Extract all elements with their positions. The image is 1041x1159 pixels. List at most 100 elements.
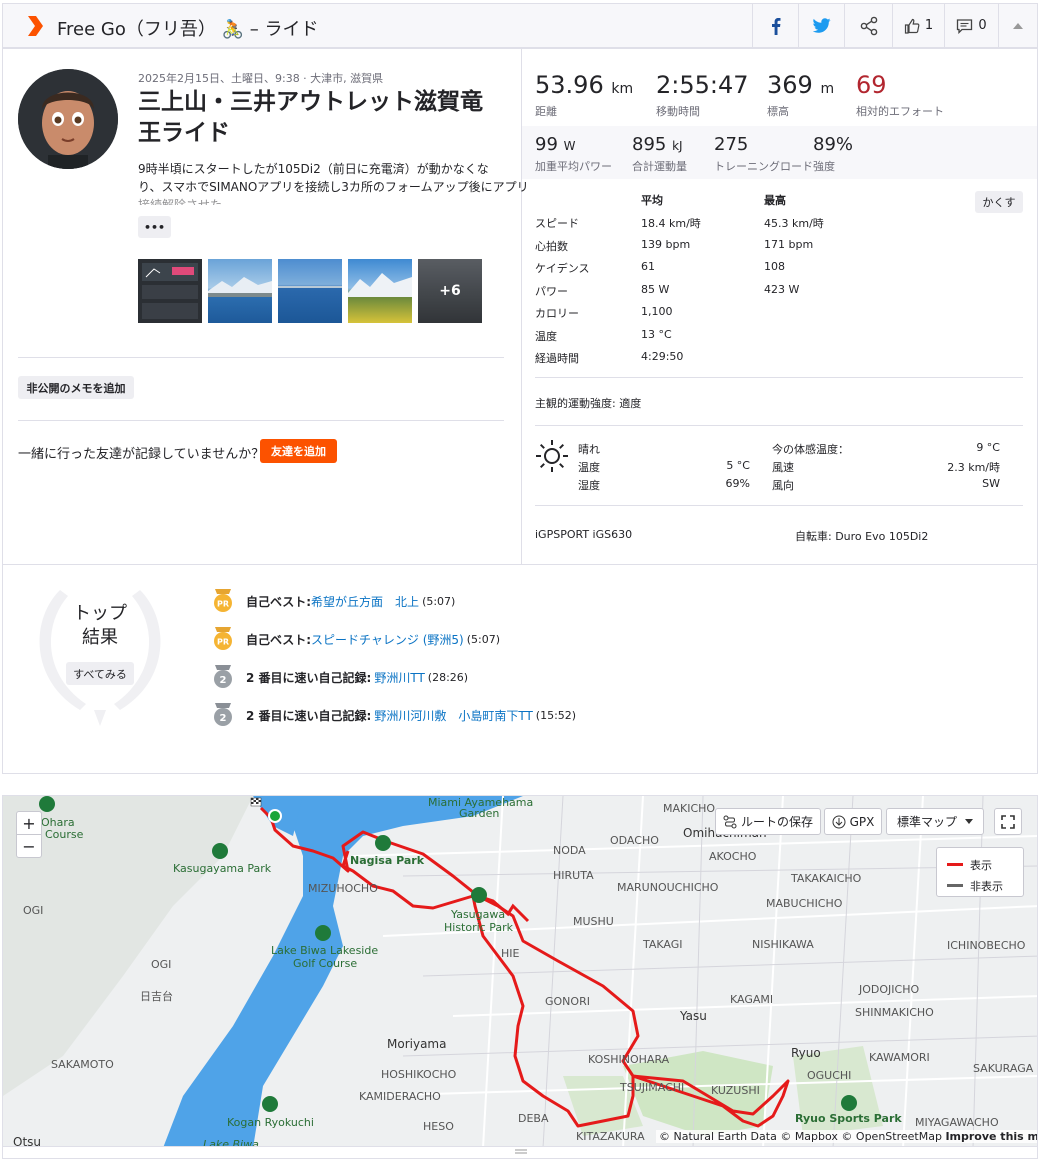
- divider: [535, 377, 1023, 378]
- bike-name: 自転車: Duro Evo 105Di2: [795, 530, 929, 543]
- avatar-image: [18, 69, 118, 169]
- photo-thumbnail-3[interactable]: [278, 259, 342, 323]
- distance-number: 53.96: [535, 71, 604, 99]
- attribution-text[interactable]: © Natural Earth Data © Mapbox © OpenStre…: [659, 1130, 942, 1143]
- details-row-avg: 4:29:50: [641, 350, 684, 363]
- save-route-button[interactable]: ルートの保存: [715, 808, 821, 835]
- see-all-results-button[interactable]: すべてみる: [66, 662, 134, 685]
- weather-humidity-label: 湿度: [578, 479, 600, 492]
- details-row-label: カロリー: [535, 307, 579, 320]
- laurel-wreath-icon: [39, 590, 161, 726]
- zoom-in-button[interactable]: +: [16, 811, 42, 835]
- weighted-power-value: 99 W: [535, 134, 576, 155]
- achievement-time: (15:52): [535, 708, 577, 722]
- gpx-label: GPX: [849, 814, 875, 829]
- map-resize-handle[interactable]: [2, 1147, 1038, 1159]
- intensity-label: 強度: [813, 160, 835, 173]
- kudos-button[interactable]: 1: [892, 4, 944, 47]
- weather-wind-dir-label: 風向: [772, 479, 794, 492]
- details-row-label: ケイデンス: [535, 262, 590, 275]
- map-label: SAKURAGA: [973, 1062, 1034, 1075]
- details-row-avg: 18.4 km/時: [641, 217, 701, 230]
- hide-details-button[interactable]: かくす: [975, 191, 1023, 213]
- achievement-item: PR 自己ベスト: 希望が丘方面 北上 (5:07): [212, 589, 455, 613]
- map-label: Nagisa Park: [350, 854, 425, 867]
- distance-unit: km: [611, 81, 634, 97]
- segment-link[interactable]: 野洲川TT: [374, 669, 424, 686]
- divider: [535, 505, 1023, 506]
- caret-down-icon: [965, 819, 973, 824]
- relative-effort-value[interactable]: 69: [856, 71, 887, 99]
- share-icon: [860, 16, 877, 35]
- divider: [535, 425, 1023, 426]
- map-label: TSUJIMACHI: [620, 1081, 685, 1094]
- photo-thumbnail-4[interactable]: [348, 259, 412, 323]
- map-label: GONORI: [545, 995, 590, 1008]
- elevation-number: 369: [767, 71, 813, 99]
- elevation-value: 369 m: [767, 71, 834, 99]
- zoom-out-button[interactable]: −: [16, 834, 42, 858]
- save-route-label: ルートの保存: [740, 815, 813, 829]
- top-results-title: トップ 結果: [60, 602, 140, 650]
- photo-thumbnail-more[interactable]: +6: [418, 259, 482, 323]
- details-row-max: 108: [764, 260, 785, 273]
- map-label: SHINMAKICHO: [855, 1006, 934, 1019]
- divider: [18, 357, 504, 358]
- activity-description-line2: り、スマホでSIMANOアプリを接続し3カ所のフォームアップ後にアプリ: [138, 180, 529, 194]
- activity-title-line2: 王ライド: [138, 120, 230, 146]
- segment-link[interactable]: スピードチャレンジ (野洲5): [311, 631, 464, 648]
- route-map[interactable]: Ohara Course Kasugayama Park MIZUHOCHO O…: [2, 795, 1038, 1147]
- map-legend: 表示 非表示: [936, 847, 1024, 897]
- map-label: HESO: [423, 1120, 454, 1133]
- share-button[interactable]: [844, 4, 892, 47]
- photo-thumbnail-1[interactable]: [138, 259, 202, 323]
- strava-chevron-icon: [28, 16, 43, 36]
- weather-feels-like-value: 9 °C: [976, 441, 1000, 454]
- thumbs-up-icon: [904, 18, 920, 34]
- comment-button[interactable]: 0: [944, 4, 998, 47]
- collapse-header-button[interactable]: [998, 4, 1037, 47]
- photo-screenshot-image: [142, 263, 198, 319]
- segment-link[interactable]: 野洲川河川敷 小島町南下TT: [374, 707, 532, 724]
- photo-thumbnail-2[interactable]: [208, 259, 272, 323]
- power-unit: W: [563, 139, 576, 153]
- activity-title-line1: 三上山・三井アウトレット滋賀竜: [138, 89, 483, 115]
- avatar[interactable]: [18, 69, 118, 169]
- more-options-button[interactable]: •••: [138, 216, 171, 238]
- map-label: ODACHO: [610, 834, 659, 847]
- share-facebook-button[interactable]: [752, 4, 798, 47]
- details-row-label: 温度: [535, 330, 557, 343]
- map-type-select[interactable]: 標準マップ: [886, 808, 984, 835]
- details-row-avg: 61: [641, 260, 655, 273]
- add-friends-button[interactable]: 友達を追加: [260, 439, 337, 463]
- total-work-value: 895 kJ: [632, 134, 683, 155]
- section-divider: [3, 564, 1037, 565]
- elevation-unit: m: [820, 81, 835, 97]
- achievement-item: PR 自己ベスト: スピードチャレンジ (野洲5) (5:07): [212, 627, 500, 651]
- kudos-count: 1: [924, 18, 934, 33]
- map-label: KAMIDERACHO: [359, 1090, 441, 1103]
- share-twitter-button[interactable]: [798, 4, 844, 47]
- map-label: NODA: [553, 844, 586, 857]
- segment-link[interactable]: 希望が丘方面 北上: [311, 593, 419, 610]
- map-label: OGI: [151, 958, 172, 971]
- map-label: Historic Park: [444, 921, 513, 934]
- weather-temp-label: 温度: [578, 461, 600, 474]
- map-label: Yasu: [680, 1009, 707, 1023]
- map-label: Ryuo: [791, 1046, 821, 1060]
- map-label: OGI: [23, 904, 44, 917]
- gpx-download-button[interactable]: GPX: [824, 808, 882, 835]
- achievement-prefix: 自己ベスト:: [246, 594, 312, 609]
- weather-wind-speed-label: 風速: [772, 461, 794, 474]
- legend-hide-swatch: [947, 884, 963, 887]
- improve-map-link[interactable]: Improve this map: [945, 1130, 1037, 1143]
- map-label: Ryuo Sports Park: [795, 1112, 902, 1125]
- training-load-label: トレーニングロード: [714, 160, 813, 173]
- twitter-icon: [812, 18, 830, 33]
- add-private-note-button[interactable]: 非公開のメモを追加: [18, 376, 134, 399]
- pr-medal-icon: PR: [212, 627, 234, 651]
- details-row-max: 171 bpm: [764, 238, 814, 251]
- fullscreen-button[interactable]: [994, 808, 1022, 835]
- map-label: HIE: [501, 947, 520, 960]
- route-icon: [723, 815, 737, 828]
